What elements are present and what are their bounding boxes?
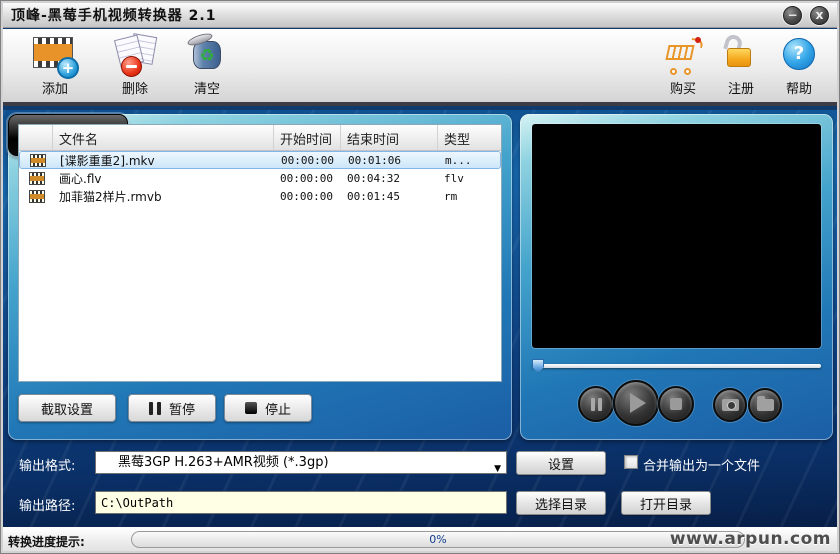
minimize-button[interactable]: − (783, 6, 802, 25)
add-film-icon: + (33, 35, 79, 79)
main-area: 文件名 开始时间 结束时间 类型 [谍影重重2].mkv 00:00:00 00… (3, 110, 837, 527)
table-row[interactable]: 画心.flv 00:00:00 00:04:32 flv (19, 169, 501, 187)
seek-track[interactable] (532, 364, 821, 368)
open-directory-label: 打开目录 (639, 497, 692, 513)
header-end-time[interactable]: 结束时间 (341, 125, 438, 150)
header-icon-col (19, 125, 53, 150)
settings-label: 设置 (547, 457, 574, 473)
toolbar: + 添加 删除 ♻ 清空 购买 注册 ? 帮助 (3, 29, 837, 106)
file-start-time: 00:00:00 (281, 153, 334, 167)
cart-icon (661, 35, 705, 75)
pause-label: 暂停 (168, 402, 195, 418)
film-icon (29, 172, 45, 185)
header-type[interactable]: 类型 (438, 125, 501, 150)
file-end-time: 00:01:45 (347, 189, 400, 203)
watermark-text: www.arpun.com (669, 529, 831, 549)
file-end-time: 00:04:32 (347, 171, 400, 185)
file-type: rm (444, 189, 458, 203)
pause-icon (590, 397, 602, 411)
player-stop-button[interactable] (658, 386, 694, 422)
capture-settings-button[interactable]: 截取设置 (18, 394, 116, 422)
seek-slider[interactable] (532, 359, 821, 373)
player-pause-button[interactable] (578, 386, 614, 422)
film-icon (29, 190, 45, 203)
close-button[interactable]: x (810, 6, 829, 25)
clear-label: 清空 (193, 82, 220, 97)
add-files-button[interactable]: + 添加 (19, 35, 91, 97)
stop-button[interactable]: 停止 (224, 394, 312, 422)
title-bar: 顶峰-黑莓手机视频转换器 2.1 − x (3, 3, 837, 28)
chevron-down-icon: ▼ (494, 464, 501, 474)
preview-panel (520, 114, 833, 440)
stop-icon (670, 398, 682, 410)
file-type: m... (445, 153, 472, 167)
output-format-select[interactable]: 黑莓3GP H.263+AMR视频 (*.3gp) ▼ (95, 451, 507, 474)
app-window: 顶峰-黑莓手机视频转换器 2.1 − x + 添加 删除 ♻ 清空 购买 注册 … (0, 0, 840, 554)
file-name: [谍影重重2].mkv (60, 153, 155, 168)
open-folder-button[interactable] (748, 388, 782, 422)
file-list-header: 文件名 开始时间 结束时间 类型 (19, 125, 501, 151)
choose-directory-button[interactable]: 选择目录 (516, 491, 606, 515)
choose-directory-label: 选择目录 (534, 497, 587, 513)
help-icon: ? (777, 35, 821, 75)
help-button[interactable]: ? 帮助 (763, 35, 835, 97)
settings-button[interactable]: 设置 (516, 451, 606, 475)
output-format-value: 黑莓3GP H.263+AMR视频 (*.3gp) (118, 455, 329, 470)
merge-output-label: 合并输出为一个文件 (643, 459, 761, 474)
video-preview (532, 124, 821, 348)
delete-button[interactable]: 删除 (99, 33, 171, 97)
header-start-time[interactable]: 开始时间 (274, 125, 341, 150)
output-format-label: 输出格式: (19, 459, 76, 474)
output-path-label: 输出路径: (19, 499, 76, 514)
merge-output-checkbox[interactable] (624, 455, 638, 469)
stop-label: 停止 (264, 402, 291, 418)
folder-icon (756, 396, 774, 411)
file-name: 画心.flv (59, 171, 102, 186)
open-directory-button[interactable]: 打开目录 (621, 491, 711, 515)
clear-button[interactable]: ♻ 清空 (171, 31, 243, 97)
file-type: flv (444, 171, 464, 185)
snapshot-button[interactable] (713, 388, 747, 422)
clear-icon: ♻ (185, 31, 229, 75)
file-name: 加菲猫2样片.rmvb (59, 189, 162, 204)
play-icon (630, 393, 646, 413)
file-list-panel: 文件名 开始时间 结束时间 类型 [谍影重重2].mkv 00:00:00 00… (8, 114, 512, 440)
file-start-time: 00:00:00 (280, 189, 333, 203)
pause-button[interactable]: 暂停 (128, 394, 216, 422)
status-bar: 转换进度提示: 0% www.arpun.com (3, 527, 837, 551)
seek-thumb[interactable] (532, 359, 544, 373)
capture-settings-label: 截取设置 (40, 402, 93, 418)
file-end-time: 00:01:06 (348, 153, 401, 167)
help-label: 帮助 (785, 82, 812, 97)
progress-bar: 0% (131, 531, 745, 548)
table-row[interactable]: [谍影重重2].mkv 00:00:00 00:01:06 m... (19, 151, 501, 169)
add-label: 添加 (41, 82, 68, 97)
window-title: 顶峰-黑莓手机视频转换器 2.1 (11, 8, 217, 24)
unlock-icon (719, 32, 763, 75)
file-start-time: 00:00:00 (280, 171, 333, 185)
table-row[interactable]: 加菲猫2样片.rmvb 00:00:00 00:01:45 rm (19, 187, 501, 205)
progress-hint-label: 转换进度提示: (8, 535, 85, 549)
delete-icon (113, 33, 158, 77)
film-icon (30, 154, 46, 167)
delete-label: 删除 (121, 82, 148, 97)
stop-icon (244, 402, 257, 414)
header-filename[interactable]: 文件名 (53, 125, 274, 150)
output-path-input[interactable] (95, 491, 507, 514)
file-list: 文件名 开始时间 结束时间 类型 [谍影重重2].mkv 00:00:00 00… (18, 124, 502, 382)
player-play-button[interactable] (613, 380, 659, 426)
camera-icon (721, 399, 739, 411)
pause-icon (148, 401, 161, 415)
